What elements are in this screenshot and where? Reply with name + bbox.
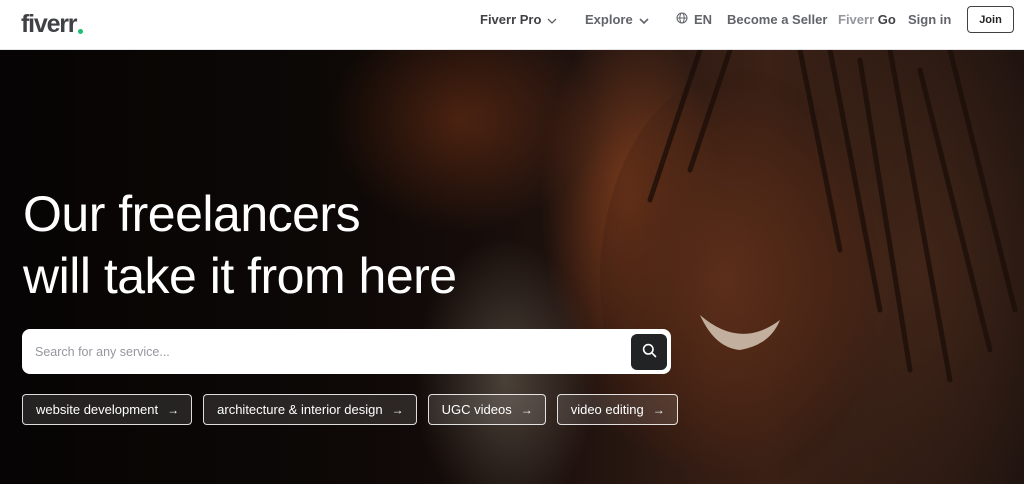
logo-text: fiverr — [21, 10, 78, 38]
chip-label: architecture & interior design — [217, 402, 383, 417]
nav-fiverr-go[interactable]: Fiverr Go — [838, 12, 896, 27]
arrow-right-icon: → — [652, 402, 665, 417]
nav-sign-in-label: Sign in — [908, 12, 952, 27]
search-icon — [642, 343, 657, 361]
nav-fiverr-pro-label: Fiverr Pro — [480, 12, 542, 27]
hero-headline: Our freelancers will take it from here — [23, 183, 457, 307]
hero-section: Our freelancers will take it from here w… — [0, 50, 1024, 484]
arrow-right-icon: → — [520, 402, 533, 417]
arrow-right-icon: → — [391, 402, 404, 417]
nav-become-seller[interactable]: Become a Seller — [727, 12, 827, 27]
nav-fiverr-go-label-1: Fiverr — [838, 12, 875, 27]
chip-label: video editing — [570, 402, 644, 417]
nav-fiverr-go-label-2: Go — [874, 12, 896, 27]
chevron-down-icon — [547, 12, 557, 27]
nav-fiverr-pro[interactable]: Fiverr Pro — [480, 12, 557, 27]
chip-website-development[interactable]: website development → — [22, 394, 193, 425]
nav-language[interactable]: EN — [676, 12, 712, 27]
top-header: fiverr Fiverr Pro Explore EN Become a Se… — [0, 0, 1024, 50]
chevron-down-icon — [639, 12, 649, 27]
nav-sign-in[interactable]: Sign in — [908, 12, 951, 27]
chip-video-editing[interactable]: video editing → — [556, 394, 678, 425]
chip-architecture-interior-design[interactable]: architecture & interior design → — [203, 394, 417, 425]
nav-language-label: EN — [694, 12, 713, 27]
hero-headline-line-1: Our freelancers — [23, 186, 361, 242]
logo-dot — [78, 29, 84, 34]
chip-ugc-videos[interactable]: UGC videos → — [427, 394, 546, 425]
chip-label: website development — [36, 402, 159, 417]
search-button[interactable] — [631, 333, 667, 370]
popular-searches: website development → architecture & int… — [22, 394, 689, 425]
nav-explore[interactable]: Explore — [585, 12, 649, 27]
nav-explore-label: Explore — [585, 12, 633, 27]
globe-icon — [676, 12, 688, 27]
fiverr-logo[interactable]: fiverr — [21, 10, 84, 39]
join-button-label: Join — [979, 13, 1002, 26]
hero-headline-line-2: will take it from here — [23, 248, 457, 304]
chip-label: UGC videos — [441, 402, 512, 417]
search-input[interactable] — [22, 329, 631, 374]
nav-become-seller-label: Become a Seller — [727, 12, 828, 27]
search-bar — [22, 329, 671, 374]
arrow-right-icon: → — [167, 402, 180, 417]
join-button[interactable]: Join — [967, 6, 1014, 33]
